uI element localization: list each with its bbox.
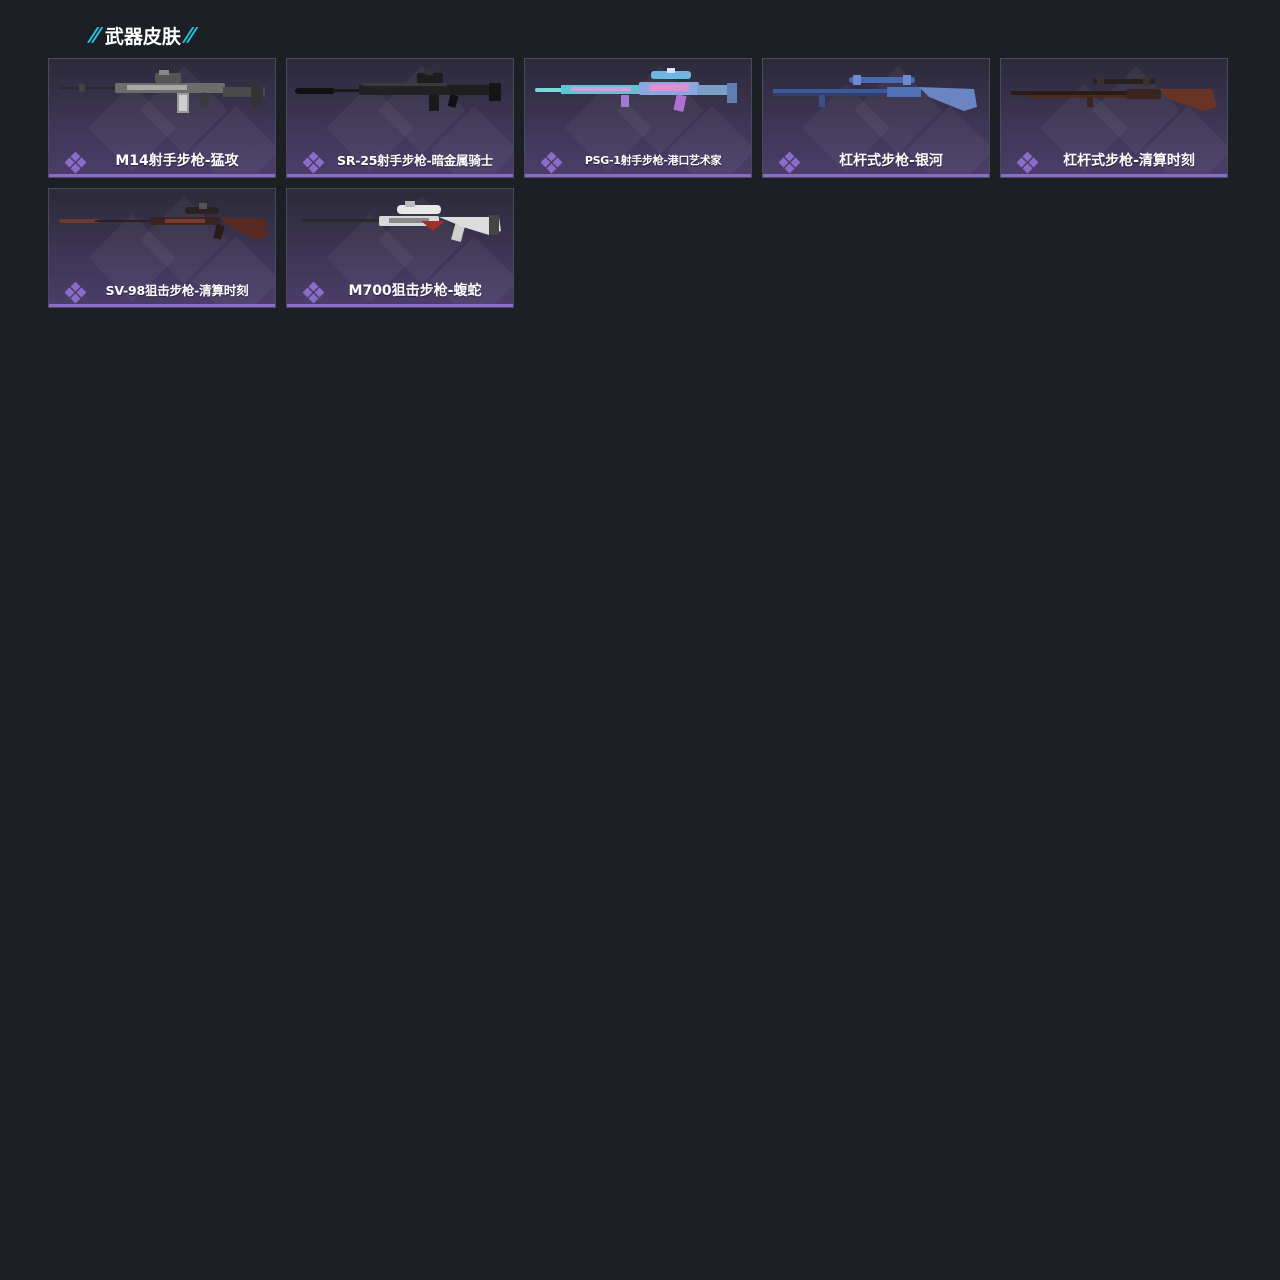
card-label: 杠杆式步枪-银河 [763,150,989,174]
skin-card[interactable]: SV-98狙击步枪-清算时刻 [48,188,276,308]
skin-card[interactable]: M700狙击步枪-蝮蛇 [286,188,514,308]
skin-name: SV-98狙击步枪-清算时刻 [105,283,249,298]
skin-name: 杠杆式步枪-清算时刻 [1063,153,1195,169]
lever-rifle-reckoning-image [1011,77,1217,111]
sv98-rifle-image [59,203,267,240]
skin-name: M700狙击步枪-蝮蛇 [348,283,482,299]
card-label: PSG-1射手步枪-港口艺术家 [525,150,751,174]
skin-name: 杠杆式步枪-银河 [839,153,943,169]
skin-card[interactable]: 杠杆式步枪-清算时刻 [1000,58,1228,178]
m700-rifle-image [301,201,501,243]
section-title: 武器皮肤 [104,25,181,48]
section-header: // 武器皮肤 // [88,20,196,50]
psg1-rifle-image [535,68,737,112]
weapon-skins-page: // 武器皮肤 // M14射手步枪-猛攻 SR-25射手步枪-暗金属骑士 PS… [0,0,1280,1280]
skin-name: PSG-1射手步枪-港口艺术家 [584,154,722,167]
sr25-rifle-image [295,69,501,111]
m14-rifle-image [59,70,265,113]
title-decor-right: // [183,24,195,46]
skin-card[interactable]: M14射手步枪-猛攻 [48,58,276,178]
card-label: M700狙击步枪-蝮蛇 [287,280,513,304]
card-label: 杠杆式步枪-清算时刻 [1001,150,1227,174]
skin-card[interactable]: PSG-1射手步枪-港口艺术家 [524,58,752,178]
title-decor-left: // [88,24,100,46]
lever-rifle-galaxy-image [773,75,977,111]
skin-name: M14射手步枪-猛攻 [115,153,239,169]
skin-card[interactable]: SR-25射手步枪-暗金属骑士 [286,58,514,178]
skin-name: SR-25射手步枪-暗金属骑士 [337,153,493,168]
card-label: M14射手步枪-猛攻 [49,150,275,174]
card-label: SV-98狙击步枪-清算时刻 [49,280,275,304]
card-label: SR-25射手步枪-暗金属骑士 [287,150,513,174]
skin-card[interactable]: 杠杆式步枪-银河 [762,58,990,178]
skin-grid: M14射手步枪-猛攻 SR-25射手步枪-暗金属骑士 PSG-1射手步枪-港口艺… [48,58,1228,308]
